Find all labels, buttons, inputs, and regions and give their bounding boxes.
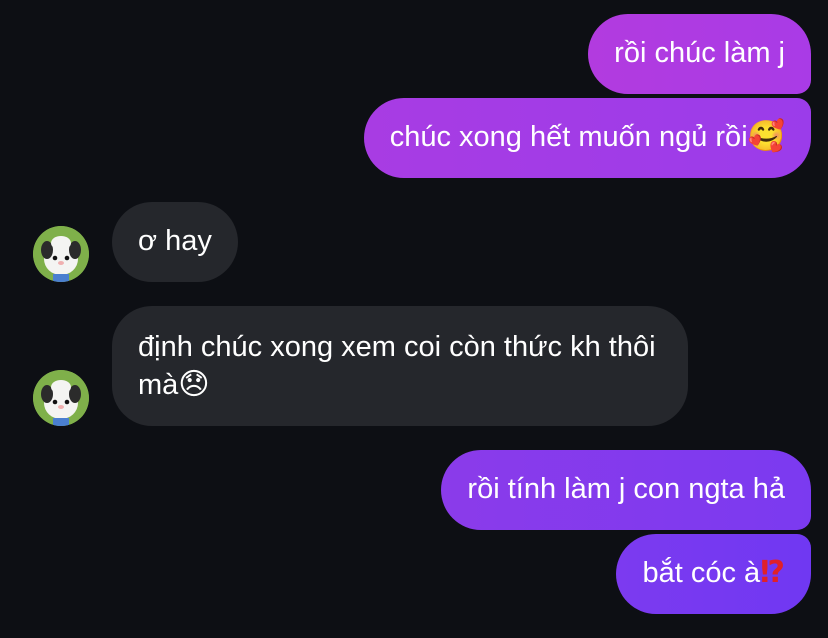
message-text: bắt cóc à [642,557,761,589]
smiling-face-with-hearts-emoji: 🥰 [747,119,785,154]
puppy-character-icon [33,226,89,282]
incoming-message-bubble[interactable]: ơ hay [112,202,238,282]
disappointed-face-emoji: 😞 [178,367,210,402]
contact-avatar[interactable] [33,370,89,426]
outgoing-message-bubble[interactable]: rồi tính làm j con ngta hả [441,450,811,530]
contact-avatar[interactable] [33,226,89,282]
message-text: rồi chúc làm j [614,37,785,69]
outgoing-message-bubble[interactable]: rồi chúc làm j [588,14,811,94]
message-text: chúc xong hết muốn ngủ rồi [389,121,748,153]
incoming-message-bubble[interactable]: định chúc xong xem coi còn thức kh thôi … [112,306,688,426]
outgoing-message-bubble[interactable]: bắt cóc à⁉ [616,534,811,614]
message-text: rồi tính làm j con ngta hả [467,473,785,505]
message-text: ơ hay [138,225,212,257]
outgoing-message-bubble[interactable]: chúc xong hết muốn ngủ rồi🥰 [363,98,811,178]
puppy-character-icon [33,370,89,426]
exclamation-question-mark-emoji: ⁉ [760,555,785,590]
message-text: định chúc xong xem coi còn thức kh thôi … [138,331,656,401]
